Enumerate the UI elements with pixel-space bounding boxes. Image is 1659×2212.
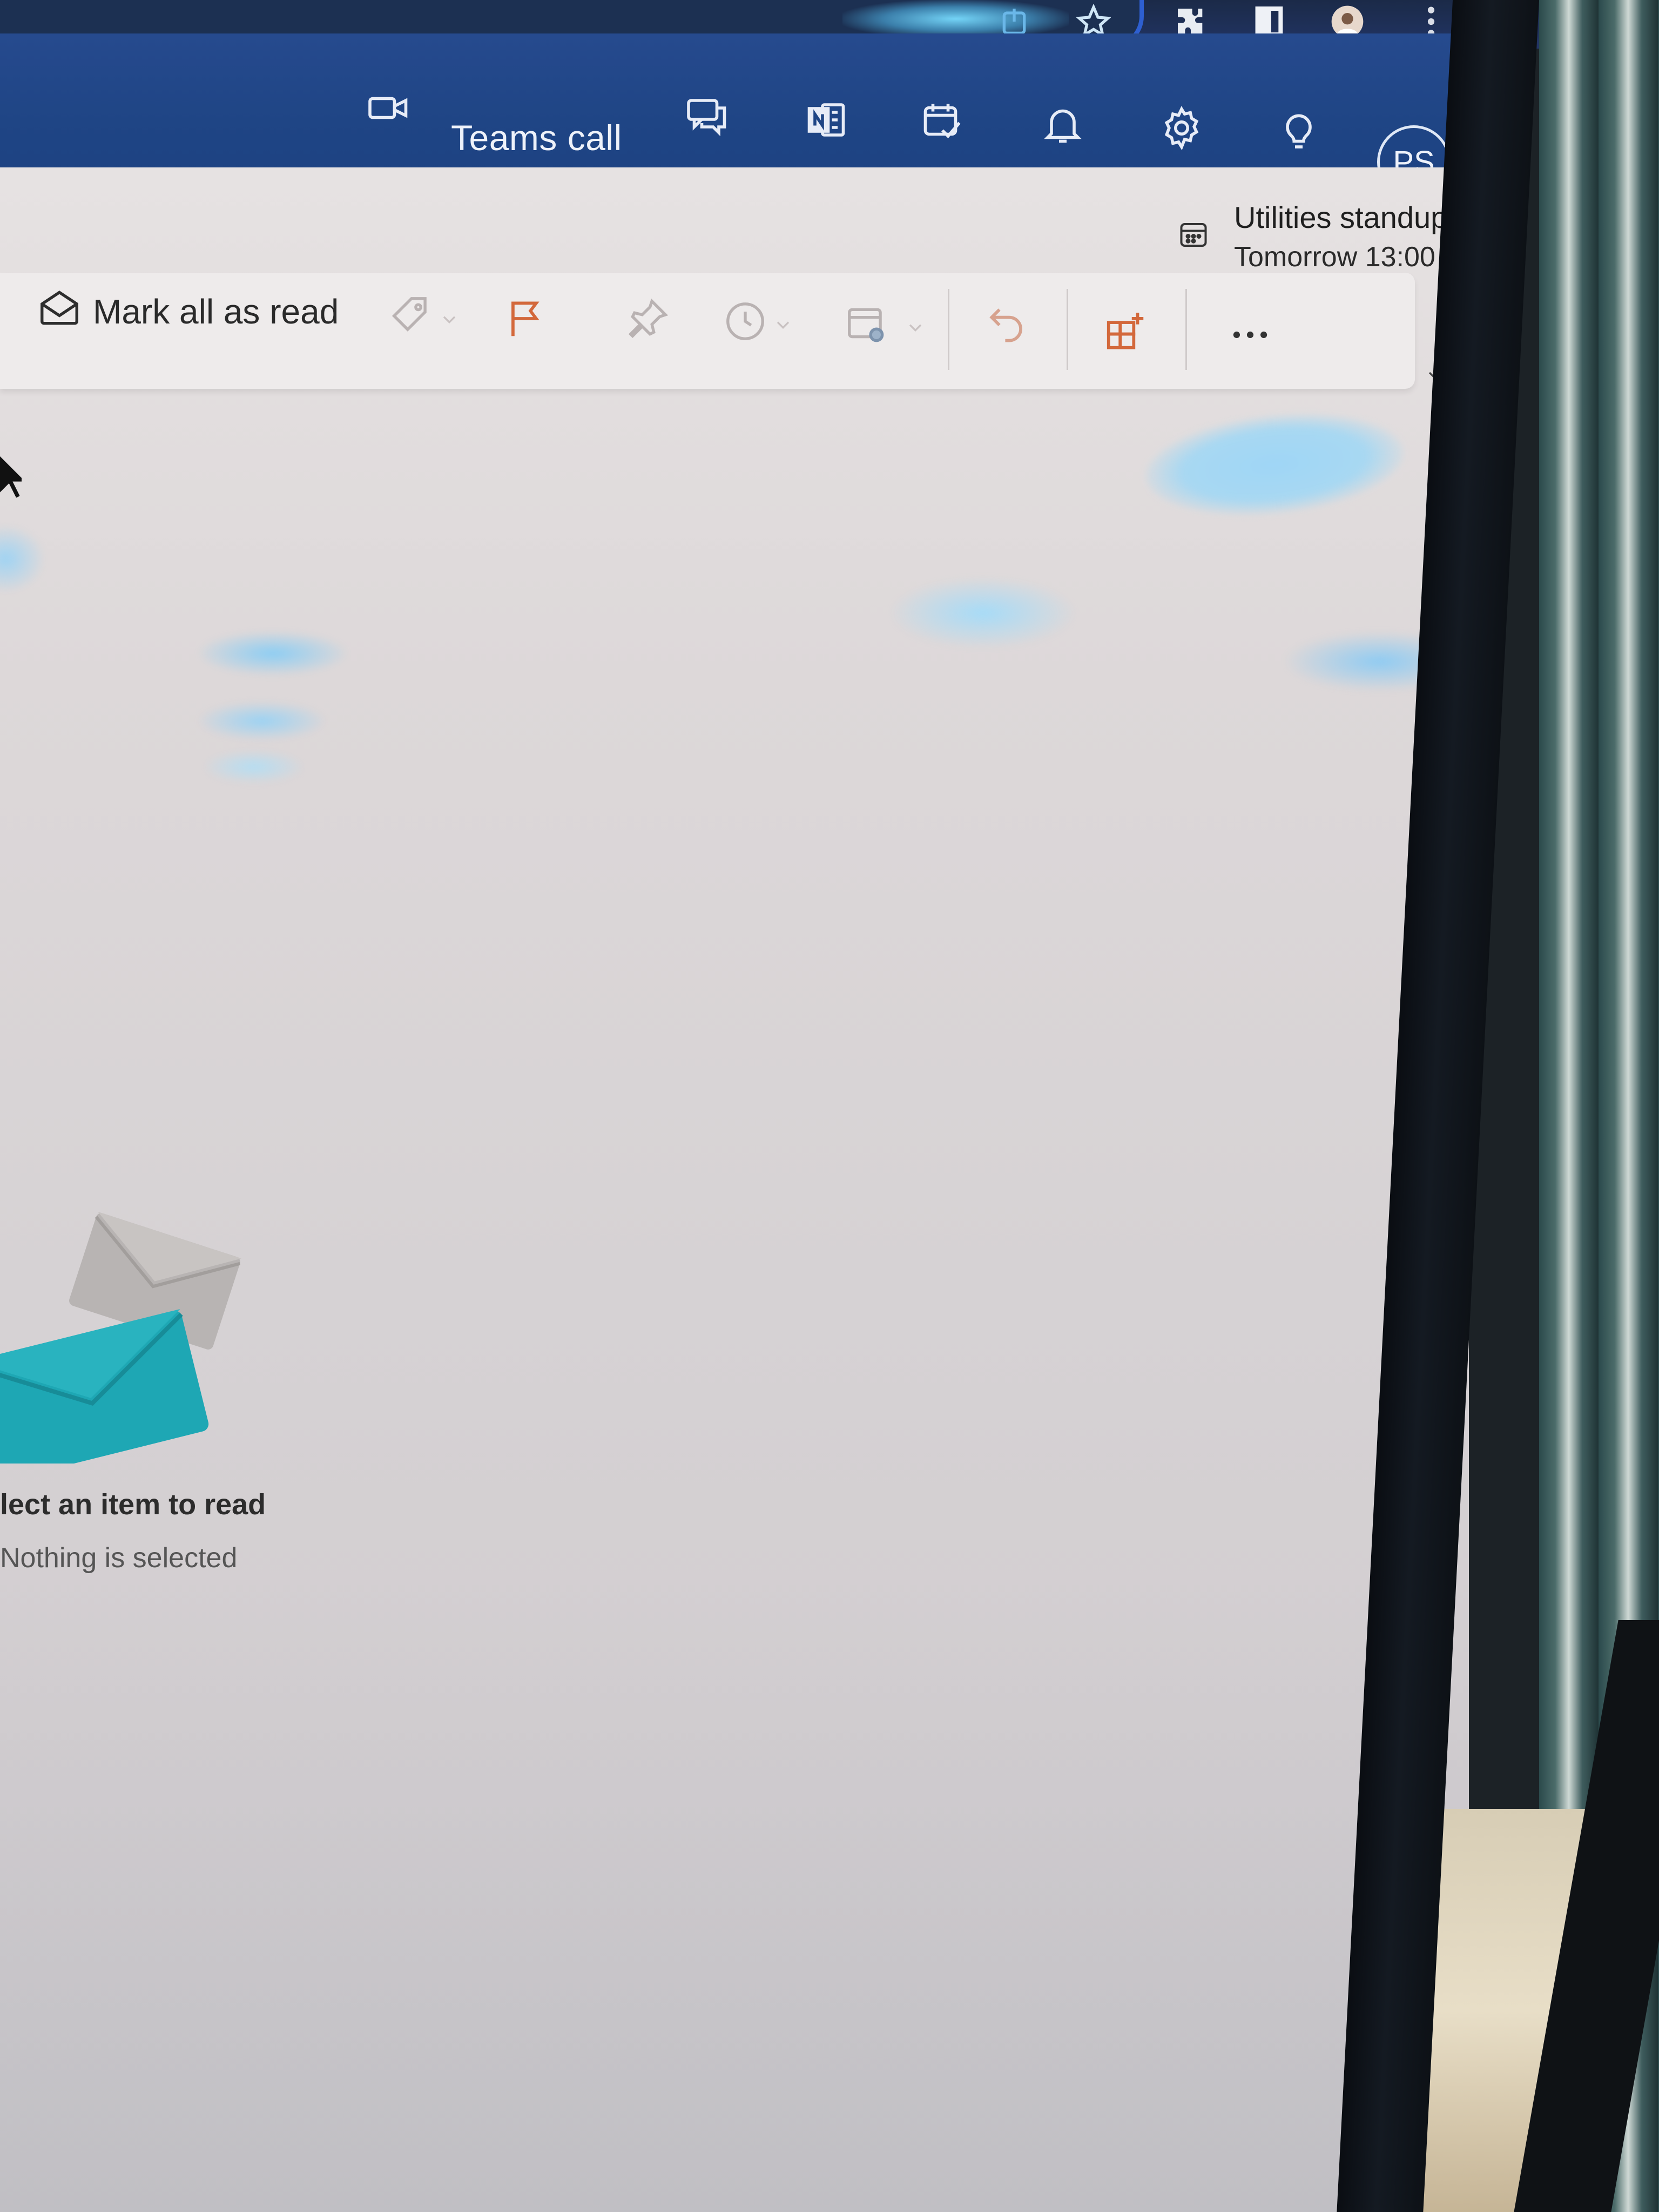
chevron-down-icon[interactable] — [905, 311, 926, 343]
lightbulb-icon[interactable] — [1272, 105, 1326, 159]
rules-icon[interactable] — [840, 298, 894, 352]
screen-shade — [0, 1572, 1469, 2212]
event-title: Utilities standup — [1234, 200, 1448, 234]
pin-icon[interactable] — [621, 292, 675, 346]
empty-state-subtitle: Nothing is selected — [0, 1542, 238, 1574]
chevron-down-icon[interactable] — [772, 308, 794, 340]
mouse-cursor-icon — [0, 456, 22, 498]
add-apps-icon[interactable] — [1099, 305, 1153, 359]
mark-all-read-button[interactable]: Mark all as read — [93, 292, 339, 332]
teams-call-button[interactable]: Teams call — [451, 117, 622, 158]
screen-reflection — [205, 751, 302, 783]
calendar-check-icon[interactable] — [915, 94, 969, 148]
toolbar-divider — [1185, 289, 1187, 370]
event-time: Tomorrow 13:00 — [1234, 241, 1435, 273]
chat-icon[interactable] — [680, 89, 734, 143]
screen-reflection — [891, 578, 1075, 648]
empty-mailbox-illustration — [0, 1211, 242, 1464]
video-camera-icon[interactable] — [362, 81, 416, 135]
snooze-clock-icon[interactable] — [718, 294, 772, 348]
mail-open-icon[interactable] — [32, 281, 86, 335]
photo-stage: Teams call PS Utilities standup Tomorrow… — [0, 0, 1659, 2212]
screen-reflection — [200, 632, 346, 675]
app-header: Teams call PS — [0, 33, 1480, 199]
onenote-icon[interactable] — [799, 93, 853, 147]
undo-icon[interactable] — [980, 298, 1034, 352]
toolbar-divider — [948, 289, 949, 370]
empty-state-title: lect an item to read — [0, 1488, 266, 1521]
more-options-icon[interactable] — [1223, 308, 1277, 362]
bell-icon[interactable] — [1036, 97, 1090, 151]
screen-reflection — [200, 702, 324, 740]
calendar-icon — [1180, 223, 1207, 247]
chevron-down-icon[interactable] — [439, 302, 460, 335]
gear-icon[interactable] — [1155, 101, 1209, 155]
flag-icon[interactable] — [500, 292, 554, 346]
toolbar-divider — [1067, 289, 1068, 370]
tag-icon[interactable] — [385, 289, 439, 343]
